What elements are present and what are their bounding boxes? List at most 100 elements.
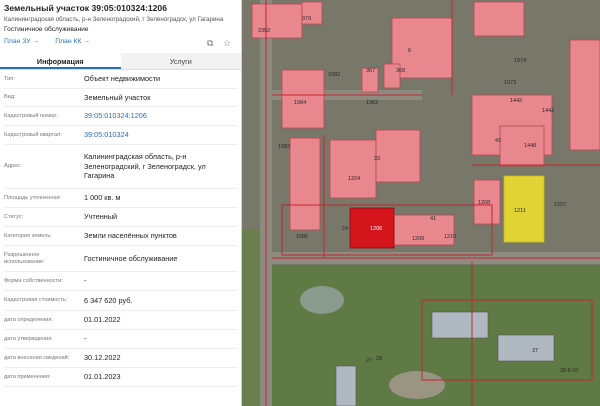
info-row: дата применения: 01.01.2023	[4, 368, 237, 387]
row-label: Кадастровая стоимость:	[4, 297, 68, 303]
row-value: -	[84, 334, 87, 344]
map-label: 1982	[328, 72, 340, 78]
map-label: 368	[396, 68, 405, 74]
map-label: 1208	[478, 200, 490, 206]
map-label: 1324	[348, 176, 360, 182]
row-label: дата применения:	[4, 373, 51, 380]
tabs: Информация Услуги	[0, 53, 241, 70]
row-value: Земельный участок	[84, 92, 151, 102]
info-row: Категория земель: Земли населённых пункто…	[4, 227, 237, 246]
map-label: 1986	[296, 234, 308, 240]
cadastral-quarter-link[interactable]: 39:05:010324	[84, 130, 237, 139]
map-label: 1983	[278, 144, 290, 150]
info-row: дата определения: 01.01.2022	[4, 311, 237, 330]
map-label: 1211	[514, 208, 526, 214]
map-canvas[interactable]: 2352 379 6 1982 368 367 1962 1984 1983 3…	[242, 0, 600, 406]
row-value: Калининградская область, р-н Зеленоградс…	[84, 152, 206, 181]
row-label: Площадь уточненная:	[4, 194, 62, 201]
cadastral-map[interactable]: 2352 379 6 1982 368 367 1962 1984 1983 3…	[242, 0, 600, 406]
row-label: Форма собственности:	[4, 277, 63, 284]
row-label: дата внесения сведений:	[4, 354, 70, 361]
row-value: Учтенный	[84, 212, 118, 222]
info-rows: Тип: Объект недвижимости Вид: Земельный уч…	[0, 70, 241, 387]
building	[431, 311, 489, 339]
map-label: 1442	[510, 98, 522, 104]
parcel[interactable]	[499, 125, 545, 167]
info-row: дата утверждения: -	[4, 330, 237, 349]
row-label: дата утверждения:	[4, 335, 53, 342]
plan-links: План ЗУ → План КК → ⧉ ☆	[4, 38, 237, 50]
info-row: Разрешенное использование: Гостиничное об…	[4, 246, 237, 272]
map-label: 2352	[258, 28, 270, 34]
parcel[interactable]	[329, 139, 377, 199]
map-label: 27	[366, 358, 372, 364]
row-value: 6 347 620 руб.	[84, 295, 133, 305]
map-label: 33	[374, 156, 380, 162]
row-value: Объект недвижимости	[84, 74, 161, 84]
map-label: 1984	[294, 100, 306, 106]
tab-services[interactable]: Услуги	[120, 53, 241, 69]
map-label: 24	[342, 226, 348, 232]
plan-icon[interactable]: ⧉	[207, 38, 213, 49]
map-label: 1973	[504, 80, 516, 86]
row-label: Статус:	[4, 213, 24, 220]
parcel[interactable]	[569, 39, 600, 151]
map-label: 1974	[514, 58, 526, 64]
row-value: Земли населённых пунктов	[84, 231, 177, 241]
info-row: дата внесения сведений: 30.12.2022	[4, 349, 237, 368]
row-value: 1 000 кв. м	[84, 193, 121, 203]
building	[335, 365, 357, 406]
tab-info[interactable]: Информация	[0, 53, 121, 69]
row-value: 30.12.2022	[84, 353, 121, 363]
map-label: 37	[532, 348, 538, 354]
row-label: Кадастровый квартал:	[4, 131, 62, 138]
map-label: 1209	[412, 236, 424, 242]
row-value: 01.01.2023	[84, 372, 121, 382]
map-label: 43	[495, 138, 501, 144]
info-row: Вид: Земельный участок	[4, 89, 237, 107]
row-value: 01.01.2022	[84, 315, 121, 325]
info-row: Статус: Учтенный	[4, 208, 237, 227]
info-panel: Земельный участок 39:05:010324:1206 Кали…	[0, 0, 242, 406]
map-label: 1210	[444, 234, 456, 240]
map-label: 6	[408, 48, 411, 54]
info-row: Кадастровая стоимость: 6 347 620 руб.	[4, 291, 237, 311]
cadastral-number-link[interactable]: 39:05:010324:1206	[84, 111, 237, 120]
object-usage: Гостиничное обслуживание	[4, 26, 89, 33]
map-label: 28	[376, 356, 382, 362]
info-row: Форма собственности: -	[4, 272, 237, 291]
map-label: 1448	[524, 143, 536, 149]
parcel[interactable]	[281, 69, 325, 129]
map-label: 367	[366, 68, 375, 74]
info-row: Адрес: Калининградская область, р-н Зелен…	[4, 145, 237, 189]
map-label: 1962	[366, 100, 378, 106]
plan-kk-link[interactable]: План КК →	[55, 38, 90, 45]
info-row: Кадастровый номер: 39:05:010324:1206	[4, 107, 237, 126]
map-label: 41	[430, 216, 436, 222]
row-label: дата определения:	[4, 316, 54, 323]
map-label: 1207	[554, 202, 566, 208]
parcel[interactable]	[289, 137, 321, 231]
row-label: Категория земель:	[4, 232, 52, 239]
row-value: -	[84, 276, 87, 286]
building	[497, 334, 555, 362]
row-label: Адрес:	[4, 163, 22, 169]
info-row: Тип: Объект недвижимости	[4, 70, 237, 89]
plan-zu-link[interactable]: План ЗУ →	[4, 38, 39, 45]
parcel[interactable]	[375, 129, 421, 183]
map-label: 39:5:10	[560, 368, 578, 374]
map-label: 1206	[370, 226, 382, 232]
star-icon[interactable]: ☆	[223, 38, 231, 49]
row-value: Гостиничное обслуживание	[84, 253, 178, 263]
object-address: Калининградская область, р-н Зеленоградс…	[4, 16, 224, 23]
panel-header: Земельный участок 39:05:010324:1206 Кали…	[0, 0, 241, 50]
row-label: Разрешенное использование:	[4, 251, 45, 265]
row-label: Тип:	[4, 75, 15, 82]
map-label: 1442	[542, 108, 554, 114]
row-label: Кадастровый номер:	[4, 112, 58, 119]
info-row: Кадастровый квартал: 39:05:010324	[4, 126, 237, 145]
pond	[300, 286, 344, 314]
parcel[interactable]	[473, 1, 525, 37]
plaza	[389, 371, 445, 399]
map-label: 379	[302, 16, 311, 22]
